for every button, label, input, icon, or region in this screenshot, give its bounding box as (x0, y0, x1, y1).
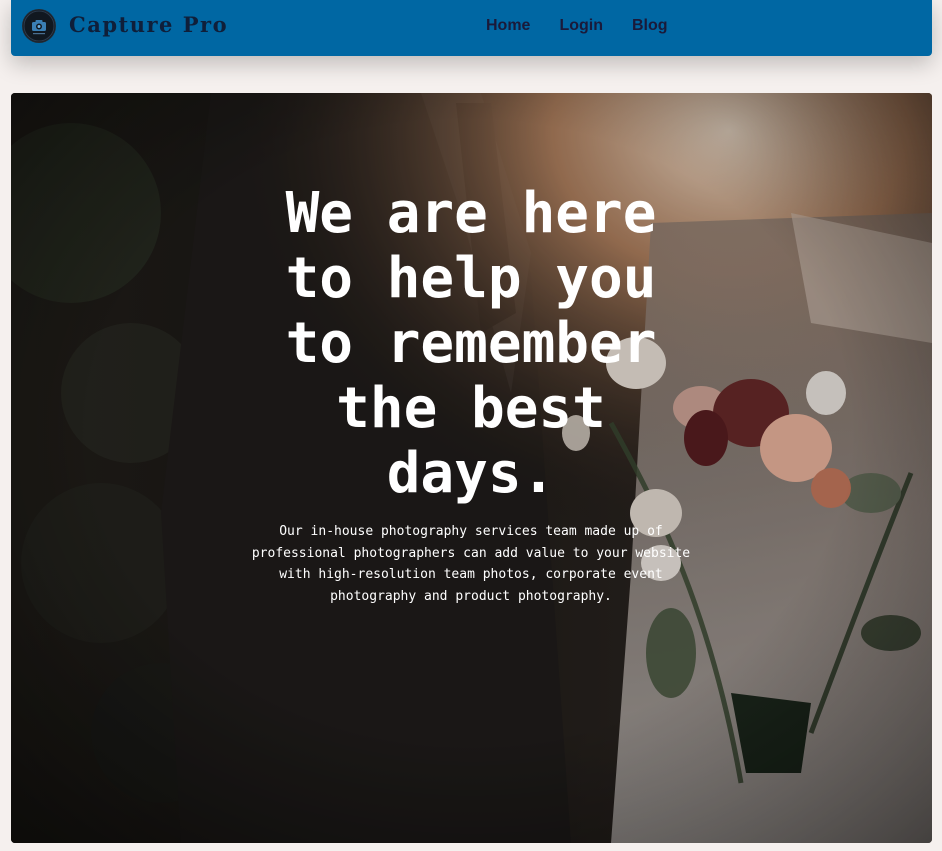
hero-section: We are here to help you to remember the … (11, 93, 932, 843)
nav-link-blog[interactable]: Blog (632, 17, 668, 35)
camera-icon (22, 9, 56, 43)
nav-links: Home Login Blog (486, 17, 697, 35)
brand-name: Capture Pro (69, 11, 229, 37)
hero-title: We are here to help you to remember the … (285, 181, 657, 506)
nav-link-home[interactable]: Home (486, 17, 530, 35)
nav-link-login[interactable]: Login (559, 17, 603, 35)
hero-description: Our in-house photography services team m… (251, 524, 691, 604)
logo[interactable]: Capture Pro (22, 9, 228, 43)
navbar: Capture Pro Home Login Blog (11, 0, 932, 56)
